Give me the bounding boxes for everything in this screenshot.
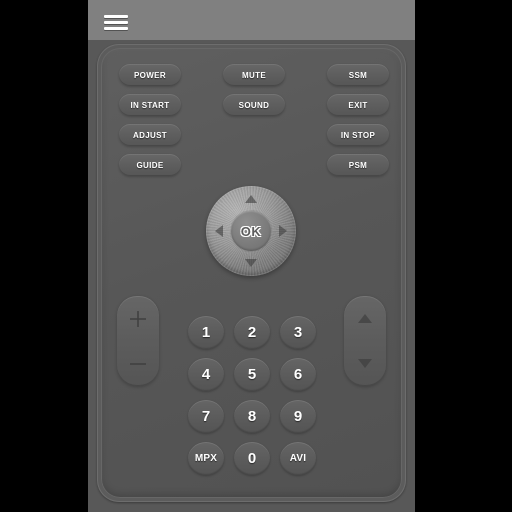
button-adjust[interactable]: ADJUST bbox=[119, 124, 181, 146]
key-avi-label: AVI bbox=[289, 453, 307, 464]
button-exit-label: EXIT bbox=[348, 100, 368, 110]
key-7[interactable]: 7 bbox=[188, 400, 224, 433]
minus-icon bbox=[130, 362, 146, 365]
button-guide-label: GUIDE bbox=[136, 160, 164, 170]
numeric-keypad: 1 2 3 4 5 6 7 8 9 MPX 0 AVI bbox=[188, 316, 316, 486]
button-psm[interactable]: PSM bbox=[327, 154, 389, 176]
app-viewport: POWER IN START ADJUST GUIDE MUTE SOUND S… bbox=[88, 0, 415, 512]
button-ok[interactable]: OK bbox=[231, 211, 271, 251]
menu-bar-3 bbox=[104, 26, 128, 30]
key-8-label: 8 bbox=[247, 408, 257, 425]
channel-down-button[interactable] bbox=[344, 341, 386, 386]
key-mpx[interactable]: MPX bbox=[188, 442, 224, 475]
key-9[interactable]: 9 bbox=[280, 400, 316, 433]
top-toolbar bbox=[88, 0, 415, 40]
button-guide[interactable]: GUIDE bbox=[119, 154, 181, 176]
button-in-start[interactable]: IN START bbox=[119, 94, 181, 116]
remote-body: POWER IN START ADJUST GUIDE MUTE SOUND S… bbox=[101, 48, 402, 498]
button-in-stop[interactable]: IN STOP bbox=[327, 124, 389, 146]
dpad[interactable]: OK bbox=[206, 186, 296, 276]
key-0[interactable]: 0 bbox=[234, 442, 270, 475]
key-7-label: 7 bbox=[201, 408, 211, 425]
key-8[interactable]: 8 bbox=[234, 400, 270, 433]
key-5[interactable]: 5 bbox=[234, 358, 270, 391]
triangle-up-icon[interactable] bbox=[245, 195, 257, 203]
key-2-label: 2 bbox=[247, 324, 257, 341]
plus-icon bbox=[130, 310, 146, 327]
key-6[interactable]: 6 bbox=[280, 358, 316, 391]
button-sound-label: SOUND bbox=[238, 100, 270, 110]
key-4-label: 4 bbox=[201, 366, 211, 383]
channel-up-button[interactable] bbox=[344, 296, 386, 341]
button-power-label: POWER bbox=[134, 70, 166, 80]
remote-frame: POWER IN START ADJUST GUIDE MUTE SOUND S… bbox=[97, 44, 406, 502]
volume-down-button[interactable] bbox=[117, 341, 159, 386]
menu-bar-2 bbox=[104, 20, 128, 24]
key-avi[interactable]: AVI bbox=[280, 442, 316, 475]
button-in-stop-label: IN STOP bbox=[340, 130, 376, 140]
button-sound[interactable]: SOUND bbox=[223, 94, 285, 116]
menu-bar-1 bbox=[104, 14, 128, 18]
triangle-down-icon[interactable] bbox=[245, 259, 257, 267]
key-1-label: 1 bbox=[201, 324, 211, 341]
channel-rocker bbox=[344, 296, 386, 386]
button-exit[interactable]: EXIT bbox=[327, 94, 389, 116]
button-mute-label: MUTE bbox=[241, 70, 267, 80]
key-3[interactable]: 3 bbox=[280, 316, 316, 349]
volume-up-button[interactable] bbox=[117, 296, 159, 341]
triangle-up-icon bbox=[358, 314, 372, 323]
key-9-label: 9 bbox=[293, 408, 303, 425]
key-4[interactable]: 4 bbox=[188, 358, 224, 391]
button-mute[interactable]: MUTE bbox=[223, 64, 285, 86]
key-3-label: 3 bbox=[293, 324, 303, 341]
screen: POWER IN START ADJUST GUIDE MUTE SOUND S… bbox=[0, 0, 512, 512]
button-in-start-label: IN START bbox=[130, 100, 170, 110]
triangle-left-icon[interactable] bbox=[215, 225, 223, 237]
hamburger-menu-icon[interactable] bbox=[103, 9, 129, 35]
button-ok-label: OK bbox=[240, 223, 262, 239]
volume-rocker bbox=[117, 296, 159, 386]
key-2[interactable]: 2 bbox=[234, 316, 270, 349]
button-power[interactable]: POWER bbox=[119, 64, 181, 86]
triangle-down-icon bbox=[358, 359, 372, 368]
button-adjust-label: ADJUST bbox=[132, 130, 168, 140]
key-0-label: 0 bbox=[247, 450, 257, 467]
key-6-label: 6 bbox=[293, 366, 303, 383]
button-psm-label: PSM bbox=[348, 160, 368, 170]
button-ssm[interactable]: SSM bbox=[327, 64, 389, 86]
button-ssm-label: SSM bbox=[348, 70, 368, 80]
triangle-right-icon[interactable] bbox=[279, 225, 287, 237]
key-mpx-label: MPX bbox=[194, 453, 218, 464]
key-5-label: 5 bbox=[247, 366, 257, 383]
key-1[interactable]: 1 bbox=[188, 316, 224, 349]
